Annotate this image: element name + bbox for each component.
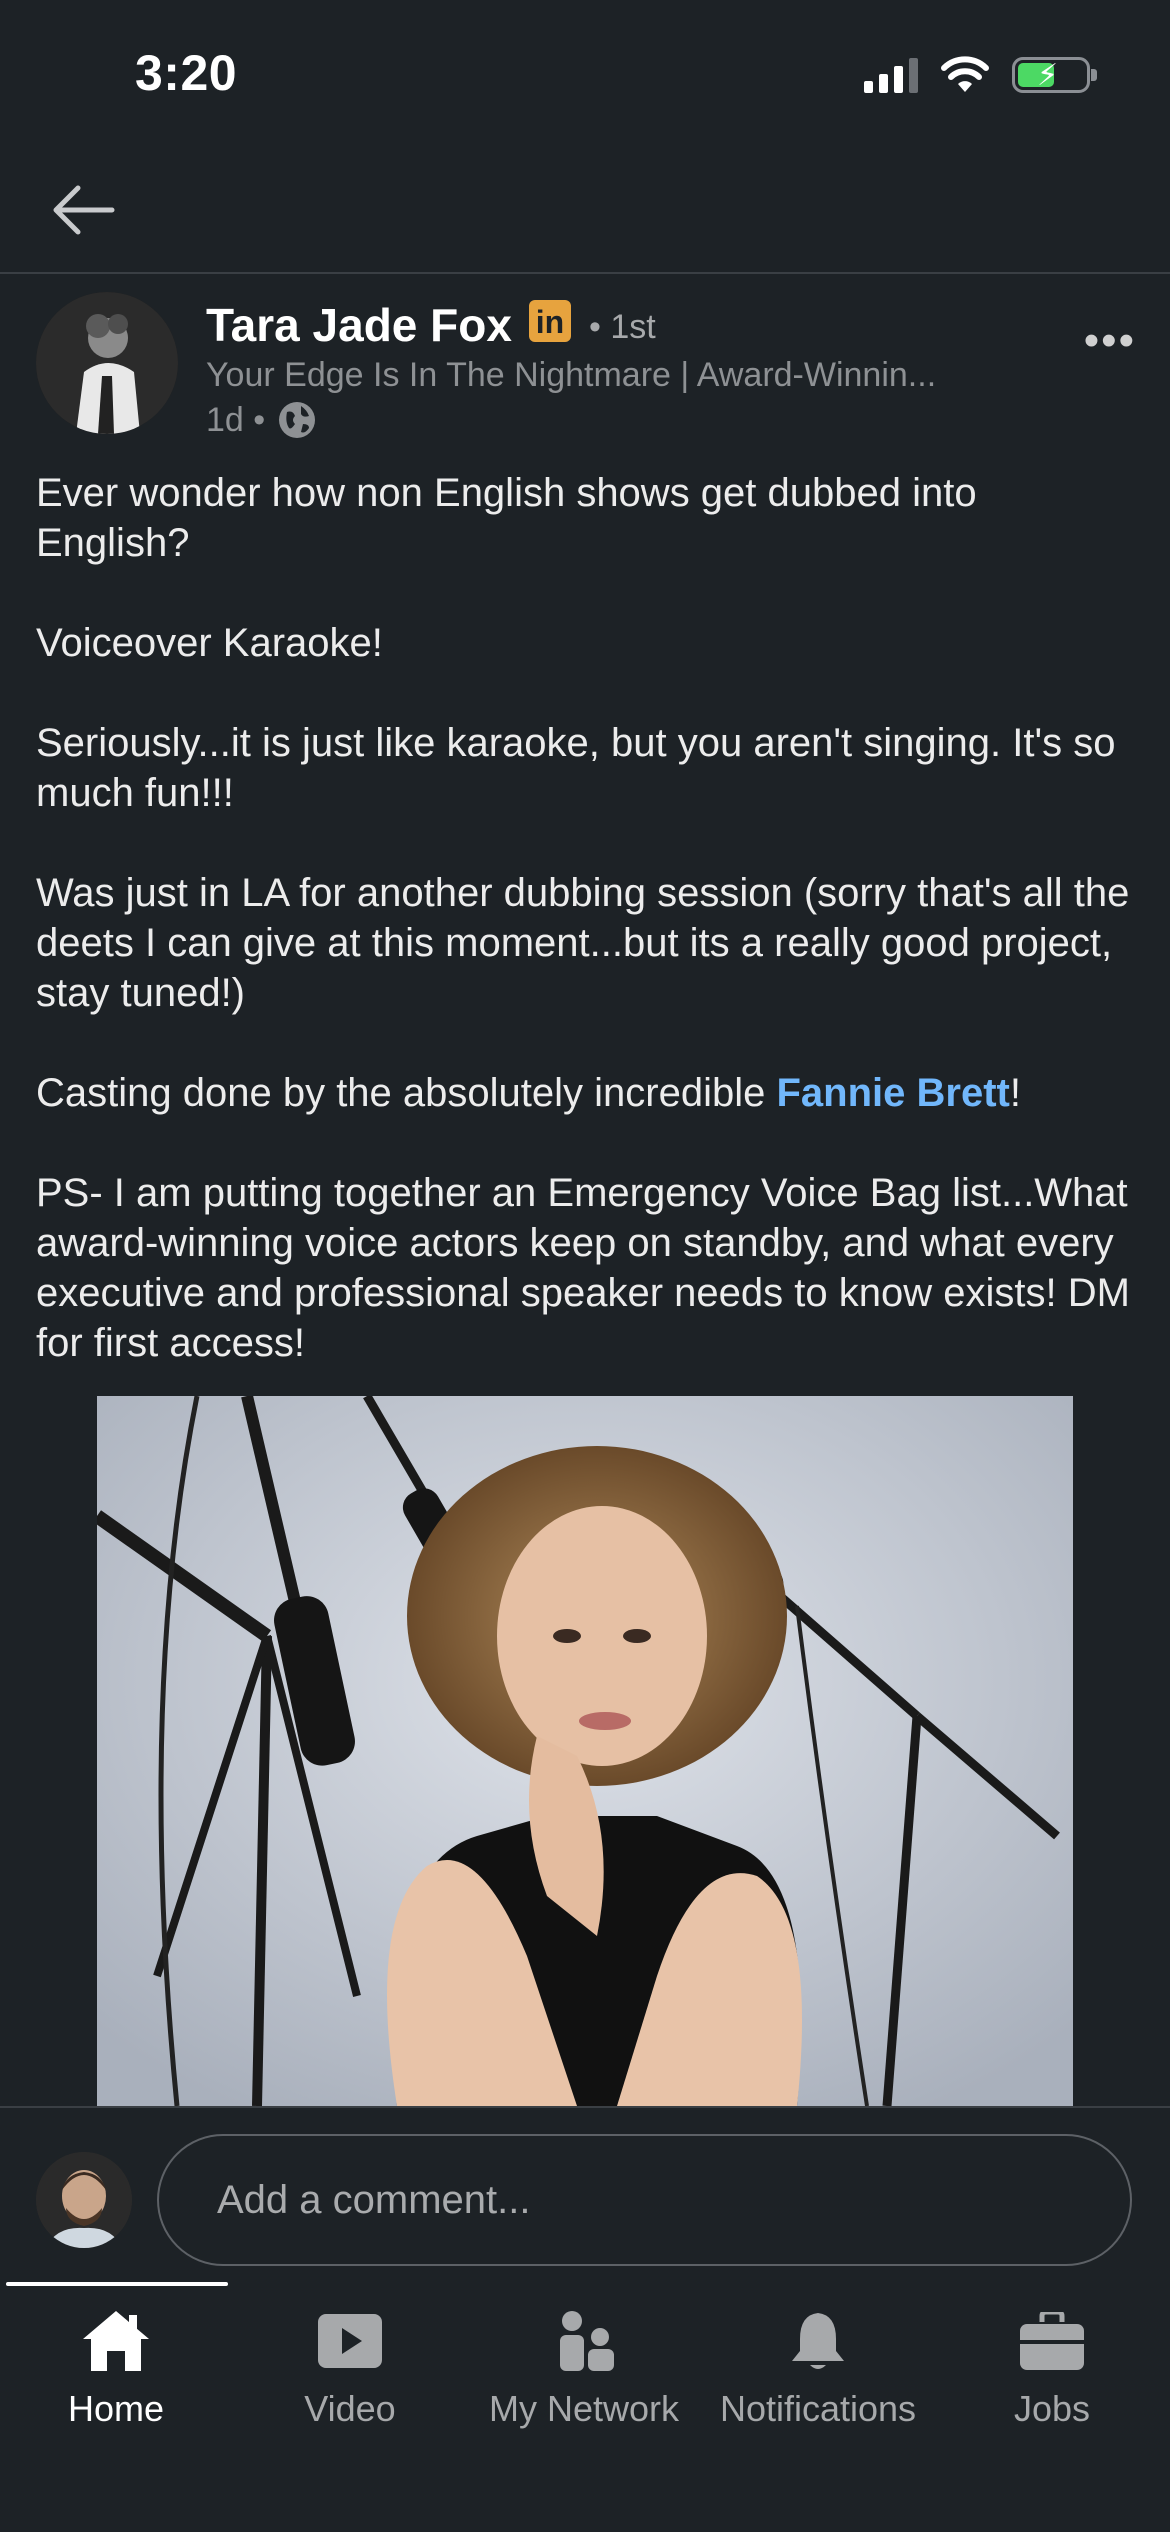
network-icon [560, 2311, 614, 2371]
post-paragraph-casting: Casting done by the absolutely incredibl… [36, 1068, 1136, 1118]
status-time: 3:20 [135, 45, 238, 101]
post-paragraph: PS- I am putting together an Emergency V… [36, 1171, 1130, 1365]
post-paragraph: Was just in LA for another dubbing sessi… [36, 871, 1130, 1015]
tab-notifications[interactable]: Notifications [703, 2302, 933, 2430]
linkedin-premium-badge: in [529, 300, 571, 342]
bottom-tab-bar: Home Video My Network Notifications Jobs [0, 2282, 1170, 2532]
casting-suffix: ! [1009, 1071, 1021, 1115]
author-avatar[interactable] [36, 292, 178, 434]
wifi-icon [941, 56, 989, 92]
tab-label: Notifications [719, 2388, 917, 2429]
comment-bar: Add a comment... [0, 2106, 1170, 2284]
tab-label: Video [304, 2388, 396, 2429]
tab-label: Jobs [1013, 2388, 1091, 2429]
casting-text: Casting done by the absolutely incredibl… [36, 1071, 777, 1115]
video-icon [318, 2314, 382, 2368]
globe-icon [279, 402, 316, 438]
top-nav [0, 150, 1170, 274]
bell-icon [792, 2313, 844, 2369]
post-paragraph: Seriously...it is just like karaoke, but… [36, 721, 1116, 815]
battery-icon: ⚡ [1012, 57, 1097, 93]
tab-label: Home [67, 2388, 165, 2429]
active-tab-indicator [6, 2282, 228, 2286]
add-comment-input[interactable]: Add a comment... [157, 2134, 1132, 2266]
post-body: Ever wonder how non English shows get du… [36, 468, 1136, 1418]
author-name[interactable]: Tara Jade Fox [206, 298, 512, 352]
tab-label: My Network [488, 2388, 680, 2429]
connection-degree: • 1st [589, 308, 656, 346]
mention-link[interactable]: Fannie Brett [776, 1071, 1009, 1115]
my-avatar[interactable] [36, 2152, 132, 2248]
post-image[interactable] [97, 1396, 1073, 2106]
post-paragraph: Ever wonder how non English shows get du… [36, 471, 977, 565]
author-headline: Your Edge Is In The Nightmare | Award-Wi… [206, 356, 937, 394]
home-icon [83, 2311, 149, 2371]
post-meta: 1d • [206, 400, 317, 440]
status-bar: 3:20 ⚡ [0, 0, 1170, 150]
status-icons: ⚡ [864, 56, 1097, 94]
tab-video[interactable]: Video [235, 2302, 465, 2430]
post-paragraph: Voiceover Karaoke! [36, 621, 383, 665]
tab-my-network[interactable]: My Network [469, 2302, 699, 2430]
post-age: 1d • [206, 400, 266, 439]
more-options-icon[interactable]: ••• [1084, 316, 1136, 366]
cellular-signal-icon [864, 57, 918, 93]
briefcase-icon [1020, 2312, 1084, 2370]
back-arrow-icon[interactable] [46, 180, 126, 240]
tab-jobs[interactable]: Jobs [937, 2302, 1167, 2430]
tab-home[interactable]: Home [1, 2302, 231, 2430]
post-header: Tara Jade Fox in • 1st Your Edge Is In T… [36, 292, 1136, 442]
